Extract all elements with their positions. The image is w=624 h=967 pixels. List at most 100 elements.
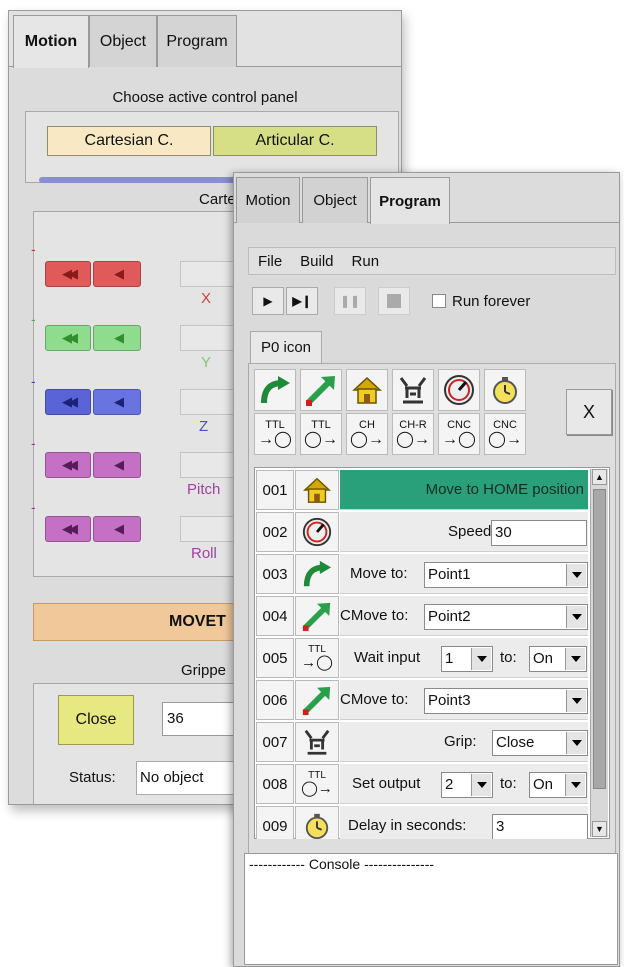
chevron-down-icon[interactable] [566, 564, 586, 586]
play-button[interactable]: ▶ [252, 287, 284, 315]
tool-cmove-to[interactable] [300, 369, 342, 411]
list-item[interactable]: 008 TTL ◯→ Set output 2 to: On [256, 763, 588, 805]
wait-to-select[interactable]: On [529, 646, 587, 672]
tool-cnc-in[interactable]: CNC →◯ [438, 413, 480, 455]
speed-input[interactable]: 30 [491, 520, 587, 546]
tool-ttl-out-label: TTL [311, 418, 331, 431]
wait-to-label: to: [500, 649, 517, 666]
tab-object[interactable]: Object [302, 177, 368, 223]
tool-ttl-in[interactable]: TTL →◯ [254, 413, 296, 455]
tab-motion[interactable]: Motion [13, 15, 89, 68]
pitch-decrease-button[interactable]: ◀ [93, 452, 141, 478]
close-gripper-button[interactable]: Close [58, 695, 134, 745]
p0-icon-tab[interactable]: P0 icon [250, 331, 322, 363]
list-item[interactable]: 007 Grip: Close [256, 721, 588, 763]
list-item[interactable]: 001 Move to HOME position [256, 469, 588, 511]
move-to-value: Point1 [428, 566, 471, 583]
scroll-up-icon[interactable]: ▲ [592, 469, 607, 485]
home-instruction-text: Move to HOME position [425, 481, 584, 498]
tool-grip[interactable] [392, 369, 434, 411]
row-body: Grip: Close [340, 722, 588, 762]
cmove-to-select[interactable]: Point3 [424, 688, 588, 714]
row-icon: TTL ◯→ [295, 764, 339, 804]
choose-panel-label: Choose active control panel [112, 89, 298, 106]
cmove-to-value: Point2 [428, 608, 471, 625]
menu-bar: File Build Run [248, 247, 616, 275]
row-body: Speed: 30 [340, 512, 588, 552]
chevron-down-icon[interactable] [566, 732, 586, 754]
tab-program[interactable]: Program [370, 177, 450, 224]
move-to-select[interactable]: Point1 [424, 562, 588, 588]
row-number: 001 [256, 470, 294, 510]
stop-button[interactable] [378, 287, 410, 315]
scroll-down-icon[interactable]: ▼ [592, 821, 607, 837]
z-fast-decrease-button[interactable]: ◀◀ [45, 389, 91, 415]
arrow-out-icon: ◯→ [488, 430, 522, 448]
chevron-down-icon[interactable] [471, 648, 491, 670]
gripper-icon [399, 377, 427, 404]
tool-cnc-out[interactable]: CNC ◯→ [484, 413, 526, 455]
chevron-down-icon[interactable] [565, 648, 585, 670]
tool-ch[interactable]: CH ◯→ [346, 413, 388, 455]
list-item[interactable]: 009 Delay in seconds: 3 [256, 805, 588, 839]
articular-button[interactable]: Articular C. [213, 126, 377, 156]
x-fast-decrease-button[interactable]: ◀◀ [45, 261, 91, 287]
chevron-down-icon[interactable] [566, 690, 586, 712]
grip-select[interactable]: Close [492, 730, 588, 756]
roll-decrease-button[interactable]: ◀ [93, 516, 141, 542]
menu-run[interactable]: Run [343, 253, 389, 270]
run-forever-checkbox[interactable] [432, 294, 446, 308]
curved-arrow-icon [303, 560, 332, 587]
tab-motion[interactable]: Motion [236, 177, 300, 223]
tool-ttl-out[interactable]: TTL ◯→ [300, 413, 342, 455]
menu-file[interactable]: File [249, 253, 291, 270]
chevron-down-icon[interactable] [565, 774, 585, 796]
list-item[interactable]: 002 Speed: 30 [256, 511, 588, 553]
program-list-scrollbar[interactable]: ▲ ▼ [590, 469, 608, 837]
chevron-down-icon[interactable] [471, 774, 491, 796]
y-decrease-button[interactable]: ◀ [93, 325, 141, 351]
tool-cnc-out-label: CNC [493, 418, 517, 431]
tool-home[interactable] [346, 369, 388, 411]
cmove-to-select[interactable]: Point2 [424, 604, 588, 630]
y-fast-decrease-button[interactable]: ◀◀ [45, 325, 91, 351]
wait-input-value: 1 [445, 650, 454, 667]
cartesian-button[interactable]: Cartesian C. [47, 126, 211, 156]
tab-object[interactable]: Object [89, 15, 157, 67]
home-icon [352, 376, 382, 404]
wait-input-select[interactable]: 1 [441, 646, 493, 672]
menu-build[interactable]: Build [291, 253, 342, 270]
pause-button[interactable]: ❚❚ [334, 287, 366, 315]
list-item[interactable]: 003 Move to: Point1 [256, 553, 588, 595]
step-button[interactable]: ▶❙ [286, 287, 318, 315]
delete-instruction-button[interactable]: X [566, 389, 612, 435]
list-item[interactable]: 004 CMove to: Point2 [256, 595, 588, 637]
list-item[interactable]: 005 TTL →◯ Wait input 1 to: On [256, 637, 588, 679]
gripper-label: Grippe [181, 662, 227, 679]
tool-ch-r[interactable]: CH-R ◯→ [392, 413, 434, 455]
row-number: 007 [256, 722, 294, 762]
status-value: No object [136, 761, 246, 795]
tab-program[interactable]: Program [157, 15, 237, 67]
grip-value-field[interactable]: 36 [162, 702, 242, 736]
list-item[interactable]: 006 CMove to: Point3 [256, 679, 588, 721]
z-decrease-button[interactable]: ◀ [93, 389, 141, 415]
run-forever-label: Run forever [452, 293, 531, 310]
chevron-down-icon[interactable] [566, 606, 586, 628]
roll-fast-decrease-button[interactable]: ◀◀ [45, 516, 91, 542]
console-panel[interactable]: ------------ Console --------------- [244, 853, 618, 965]
output-to-select[interactable]: On [529, 772, 587, 798]
x-decrease-button[interactable]: ◀ [93, 261, 141, 287]
pitch-dash: - [31, 435, 36, 451]
tool-delay[interactable] [484, 369, 526, 411]
delay-input[interactable]: 3 [492, 814, 588, 839]
tool-speed[interactable] [438, 369, 480, 411]
arrow-in-icon: →◯ [301, 654, 333, 671]
stopwatch-icon [305, 813, 329, 839]
arrow-out-icon: ◯→ [304, 430, 338, 448]
row-number: 002 [256, 512, 294, 552]
pitch-fast-decrease-button[interactable]: ◀◀ [45, 452, 91, 478]
set-output-select[interactable]: 2 [441, 772, 493, 798]
tool-move-to[interactable] [254, 369, 296, 411]
scroll-thumb[interactable] [593, 489, 606, 789]
